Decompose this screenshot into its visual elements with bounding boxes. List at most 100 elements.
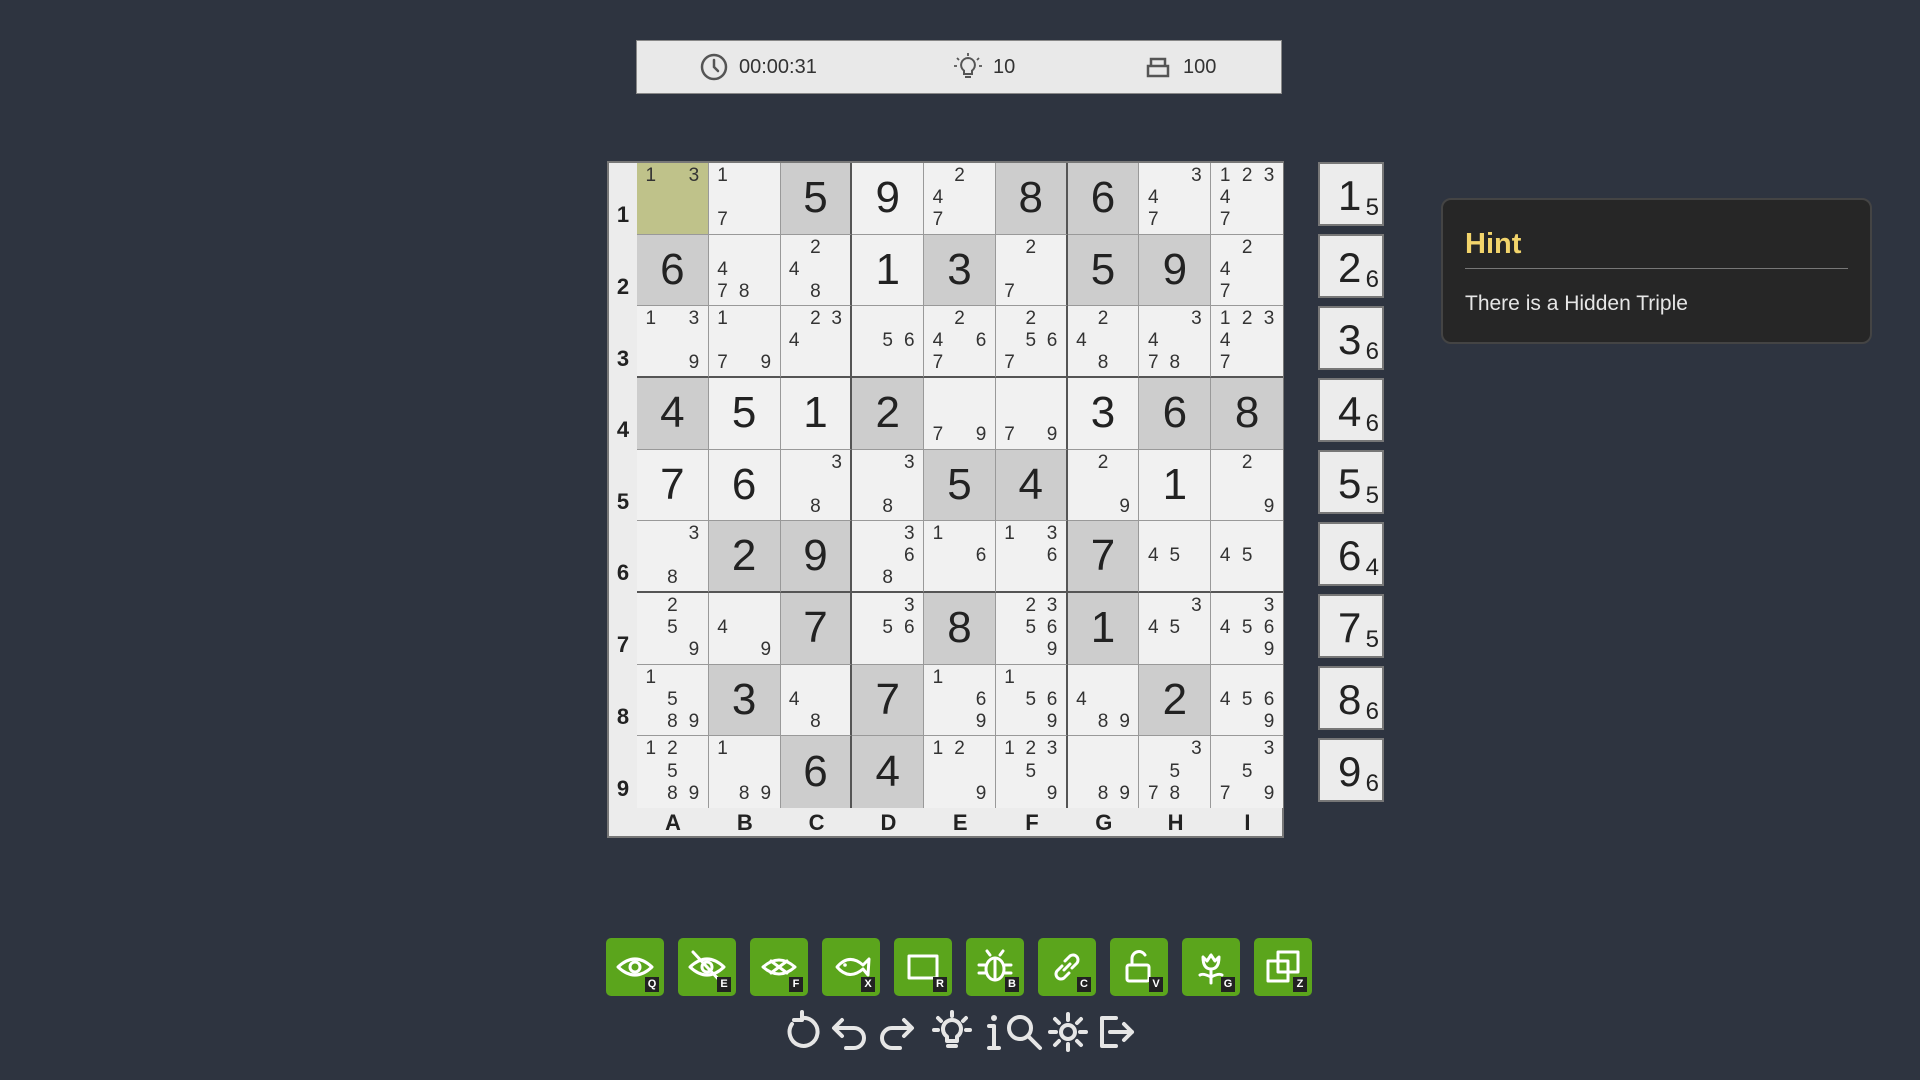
cell-b1[interactable]: 17 xyxy=(708,163,781,235)
cell-e5[interactable]: 5 xyxy=(924,449,996,522)
cell-e8[interactable]: 1 69 xyxy=(924,664,996,737)
number-key-1[interactable]: 15 xyxy=(1318,162,1384,226)
tool-button-chain[interactable]: C xyxy=(1038,938,1096,996)
number-key-3[interactable]: 36 xyxy=(1318,306,1384,370)
cell-g4[interactable]: 3 xyxy=(1067,377,1140,450)
cell-i4[interactable]: 8 xyxy=(1211,377,1283,450)
number-key-2[interactable]: 26 xyxy=(1318,234,1384,298)
cell-c3[interactable]: 23 4 xyxy=(780,306,853,378)
cell-d9[interactable]: 4 xyxy=(852,736,925,808)
cell-c4[interactable]: 1 xyxy=(780,377,853,450)
cell-h3[interactable]: 3 478 xyxy=(1139,306,1212,378)
number-key-6[interactable]: 64 xyxy=(1318,522,1384,586)
tool-button-fish-eye[interactable]: F xyxy=(750,938,808,996)
cell-h5[interactable]: 1 xyxy=(1139,449,1212,522)
cell-e3[interactable]: 24 6 7 xyxy=(924,306,996,378)
cell-i7[interactable]: 3 4569 xyxy=(1211,592,1283,665)
cell-h2[interactable]: 9 xyxy=(1139,234,1212,307)
tool-button-unlock[interactable]: V xyxy=(1110,938,1168,996)
cell-a9[interactable]: 12589 xyxy=(637,736,709,808)
cell-b9[interactable]: 1 89 xyxy=(708,736,781,808)
cell-a3[interactable]: 1 3 9 xyxy=(637,306,709,378)
cell-f6[interactable]: 1 36 xyxy=(995,521,1068,593)
undo-button[interactable] xyxy=(826,1010,870,1054)
hint-bulb-button[interactable] xyxy=(930,1010,974,1054)
cell-a1[interactable]: 13 xyxy=(637,163,709,235)
cell-h7[interactable]: 3 45 xyxy=(1139,592,1212,665)
cell-c8[interactable]: 48 xyxy=(780,664,853,737)
cell-f7[interactable]: 23569 xyxy=(995,592,1068,665)
cell-d8[interactable]: 7 xyxy=(852,664,925,737)
cell-b7[interactable]: 49 xyxy=(708,592,781,665)
cell-d7[interactable]: 356 xyxy=(852,592,925,665)
cell-e6[interactable]: 16 xyxy=(924,521,996,593)
cell-d2[interactable]: 1 xyxy=(852,234,925,307)
cell-h8[interactable]: 2 xyxy=(1139,664,1212,737)
cell-c7[interactable]: 7 xyxy=(780,592,853,665)
cell-f9[interactable]: 12359 xyxy=(995,736,1068,808)
cell-i9[interactable]: 357 9 xyxy=(1211,736,1283,808)
cell-h4[interactable]: 6 xyxy=(1139,377,1212,450)
tool-button-bug[interactable]: B xyxy=(966,938,1024,996)
cell-e7[interactable]: 8 xyxy=(924,592,996,665)
cell-h6[interactable]: 45 xyxy=(1139,521,1212,593)
cell-i8[interactable]: 4569 xyxy=(1211,664,1283,737)
cell-c1[interactable]: 5 xyxy=(780,163,853,235)
cell-a4[interactable]: 4 xyxy=(637,377,709,450)
tool-button-fish[interactable]: X xyxy=(822,938,880,996)
cell-e9[interactable]: 12 9 xyxy=(924,736,996,808)
cell-d1[interactable]: 9 xyxy=(852,163,925,235)
cell-b3[interactable]: 1 7 9 xyxy=(708,306,781,378)
cell-c2[interactable]: 248 xyxy=(780,234,853,307)
cell-g1[interactable]: 6 xyxy=(1067,163,1140,235)
tool-button-flower[interactable]: G xyxy=(1182,938,1240,996)
cell-i5[interactable]: 29 xyxy=(1211,449,1283,522)
cell-b4[interactable]: 5 xyxy=(708,377,781,450)
cell-b2[interactable]: 478 xyxy=(708,234,781,307)
cell-a6[interactable]: 38 xyxy=(637,521,709,593)
cell-i2[interactable]: 247 xyxy=(1211,234,1283,307)
restart-button[interactable] xyxy=(780,1010,824,1054)
cell-c5[interactable]: 38 xyxy=(780,449,853,522)
cell-g5[interactable]: 29 xyxy=(1067,449,1140,522)
cell-a8[interactable]: 1589 xyxy=(637,664,709,737)
cell-g8[interactable]: 489 xyxy=(1067,664,1140,737)
cell-a7[interactable]: 259 xyxy=(637,592,709,665)
cell-c6[interactable]: 9 xyxy=(780,521,853,593)
cell-d5[interactable]: 38 xyxy=(852,449,925,522)
tool-button-rectangle[interactable]: R xyxy=(894,938,952,996)
cell-f2[interactable]: 27 xyxy=(995,234,1068,307)
cell-e2[interactable]: 3 xyxy=(924,234,996,307)
tool-button-copy[interactable]: Z xyxy=(1254,938,1312,996)
search-button[interactable] xyxy=(1002,1010,1046,1054)
number-key-7[interactable]: 75 xyxy=(1318,594,1384,658)
cell-g2[interactable]: 5 xyxy=(1067,234,1140,307)
cell-c9[interactable]: 6 xyxy=(780,736,853,808)
cell-g6[interactable]: 7 xyxy=(1067,521,1140,593)
cell-f5[interactable]: 4 xyxy=(995,449,1068,522)
redo-button[interactable] xyxy=(876,1010,920,1054)
cell-a2[interactable]: 6 xyxy=(637,234,709,307)
cell-h1[interactable]: 3 47 xyxy=(1139,163,1212,235)
cell-b5[interactable]: 6 xyxy=(708,449,781,522)
cell-e1[interactable]: 247 xyxy=(924,163,996,235)
number-key-5[interactable]: 55 xyxy=(1318,450,1384,514)
cell-b6[interactable]: 2 xyxy=(708,521,781,593)
cell-g9[interactable]: 89 xyxy=(1067,736,1140,808)
cell-f4[interactable]: 79 xyxy=(995,377,1068,450)
exit-button[interactable] xyxy=(1094,1010,1138,1054)
cell-g3[interactable]: 248 xyxy=(1067,306,1140,378)
cell-d3[interactable]: 56 xyxy=(852,306,925,378)
cell-d4[interactable]: 2 xyxy=(852,377,925,450)
cell-f1[interactable]: 8 xyxy=(995,163,1068,235)
tool-button-eye-off[interactable]: E xyxy=(678,938,736,996)
cell-a5[interactable]: 7 xyxy=(637,449,709,522)
cell-h9[interactable]: 3578 xyxy=(1139,736,1212,808)
cell-f8[interactable]: 1569 xyxy=(995,664,1068,737)
number-key-9[interactable]: 96 xyxy=(1318,738,1384,802)
cell-e4[interactable]: 79 xyxy=(924,377,996,450)
cell-i6[interactable]: 45 xyxy=(1211,521,1283,593)
number-key-4[interactable]: 46 xyxy=(1318,378,1384,442)
cell-f3[interactable]: 256 7 xyxy=(995,306,1068,378)
cell-g7[interactable]: 1 xyxy=(1067,592,1140,665)
